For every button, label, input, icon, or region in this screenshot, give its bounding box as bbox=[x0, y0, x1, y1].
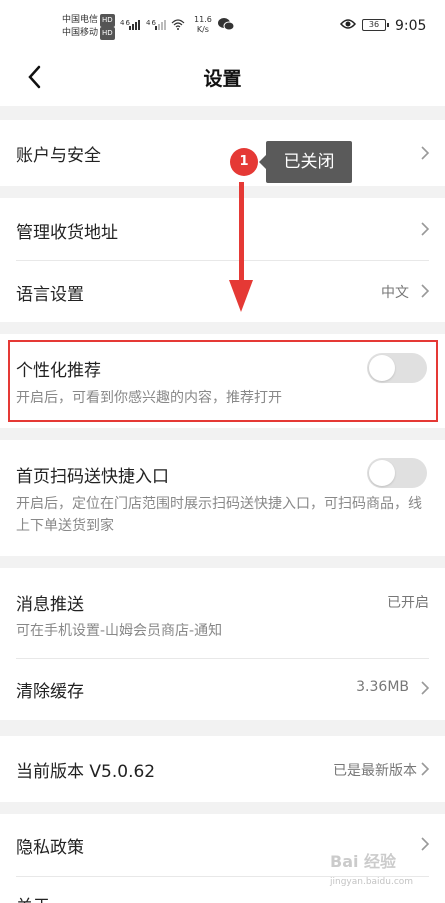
nav-bar: 设置 bbox=[0, 50, 445, 106]
chevron-right-icon bbox=[421, 837, 430, 851]
version-status: 已是最新版本 bbox=[333, 763, 417, 779]
hd-badge: HD bbox=[100, 27, 115, 40]
row-message-push[interactable]: 消息推送 已开启 可在手机设置-山姆会员商店-通知 bbox=[0, 568, 445, 658]
clock: 9:05 bbox=[395, 18, 427, 34]
hd-badge: HD bbox=[100, 14, 115, 27]
watermark-logo: Bai 经验 bbox=[330, 852, 397, 871]
row-label: 清除缓存 bbox=[16, 682, 84, 702]
toggle-knob bbox=[369, 460, 395, 486]
highlight-box bbox=[8, 340, 438, 422]
wechat-icon bbox=[218, 17, 235, 35]
row-label: 语言设置 bbox=[16, 285, 84, 305]
row-label: 首页扫码送快捷入口 bbox=[16, 467, 169, 487]
row-scan-shortcut: 首页扫码送快捷入口 开启后，定位在门店范围时展示扫码送快捷入口，可扫码商品，线上… bbox=[0, 440, 445, 556]
svg-text:46: 46 bbox=[146, 19, 157, 27]
step-badge: 1 bbox=[230, 148, 258, 176]
row-current-version[interactable]: 当前版本 V5.0.62 已是最新版本 bbox=[0, 736, 445, 802]
row-label: 关于 bbox=[16, 892, 50, 903]
carrier-2: 中国移动 bbox=[62, 28, 99, 38]
row-language[interactable]: 语言设置 中文 bbox=[0, 260, 445, 322]
page-title: 设置 bbox=[203, 68, 242, 90]
eye-icon bbox=[340, 16, 356, 34]
network-speed: 11.6 K/s bbox=[194, 15, 212, 35]
status-bar: 中国电信 HD 中国移动 HD 46 46 11.6 K/s 36 9:05 bbox=[0, 0, 445, 50]
watermark-url: jingyan.baidu.com bbox=[330, 877, 414, 887]
chevron-right-icon bbox=[421, 284, 430, 298]
row-label: 账户与安全 bbox=[16, 146, 101, 166]
row-label: 管理收货地址 bbox=[16, 223, 118, 243]
annotation-arrow bbox=[239, 182, 244, 282]
section-push-cache: 消息推送 已开启 可在手机设置-山姆会员商店-通知 清除缓存 3.36MB bbox=[0, 568, 445, 720]
carrier-1: 中国电信 bbox=[62, 15, 99, 25]
language-value: 中文 bbox=[381, 285, 409, 301]
row-label: 消息推送 bbox=[16, 595, 84, 615]
section-address-language: 管理收货地址 语言设置 中文 bbox=[0, 198, 445, 322]
section-scan-shortcut: 首页扫码送快捷入口 开启后，定位在门店范围时展示扫码送快捷入口，可扫码商品，线上… bbox=[0, 440, 445, 556]
carrier-info: 中国电信 HD 中国移动 HD bbox=[62, 14, 115, 40]
svg-text:46: 46 bbox=[120, 19, 131, 27]
row-label: 当前版本 V5.0.62 bbox=[16, 762, 156, 782]
speed-value: 11.6 bbox=[194, 15, 212, 24]
cache-size: 3.36MB bbox=[356, 679, 409, 695]
row-clear-cache[interactable]: 清除缓存 3.36MB bbox=[0, 658, 445, 720]
chevron-right-icon bbox=[421, 222, 430, 236]
speed-unit: K/s bbox=[196, 25, 209, 34]
chevron-right-icon bbox=[421, 681, 430, 695]
section-account: 账户与安全 bbox=[0, 120, 445, 186]
row-manage-address[interactable]: 管理收货地址 bbox=[0, 198, 445, 260]
row-account-security[interactable]: 账户与安全 bbox=[0, 120, 445, 186]
chevron-right-icon bbox=[421, 146, 430, 160]
annotation-tooltip: 已关闭 bbox=[259, 141, 352, 183]
annotation-arrow-head bbox=[229, 280, 253, 312]
row-description: 可在手机设置-山姆会员商店-通知 bbox=[16, 623, 223, 639]
chevron-right-icon bbox=[421, 762, 430, 776]
scan-shortcut-toggle[interactable] bbox=[367, 458, 427, 488]
row-description: 开启后，定位在门店范围时展示扫码送快捷入口，可扫码商品，线上下单送货到家 bbox=[16, 496, 422, 534]
section-version: 当前版本 V5.0.62 已是最新版本 bbox=[0, 736, 445, 802]
battery-icon: 36 bbox=[362, 19, 389, 31]
row-label: 隐私政策 bbox=[16, 838, 84, 858]
signal-icon: 46 46 bbox=[120, 17, 186, 34]
push-status: 已开启 bbox=[387, 595, 429, 611]
